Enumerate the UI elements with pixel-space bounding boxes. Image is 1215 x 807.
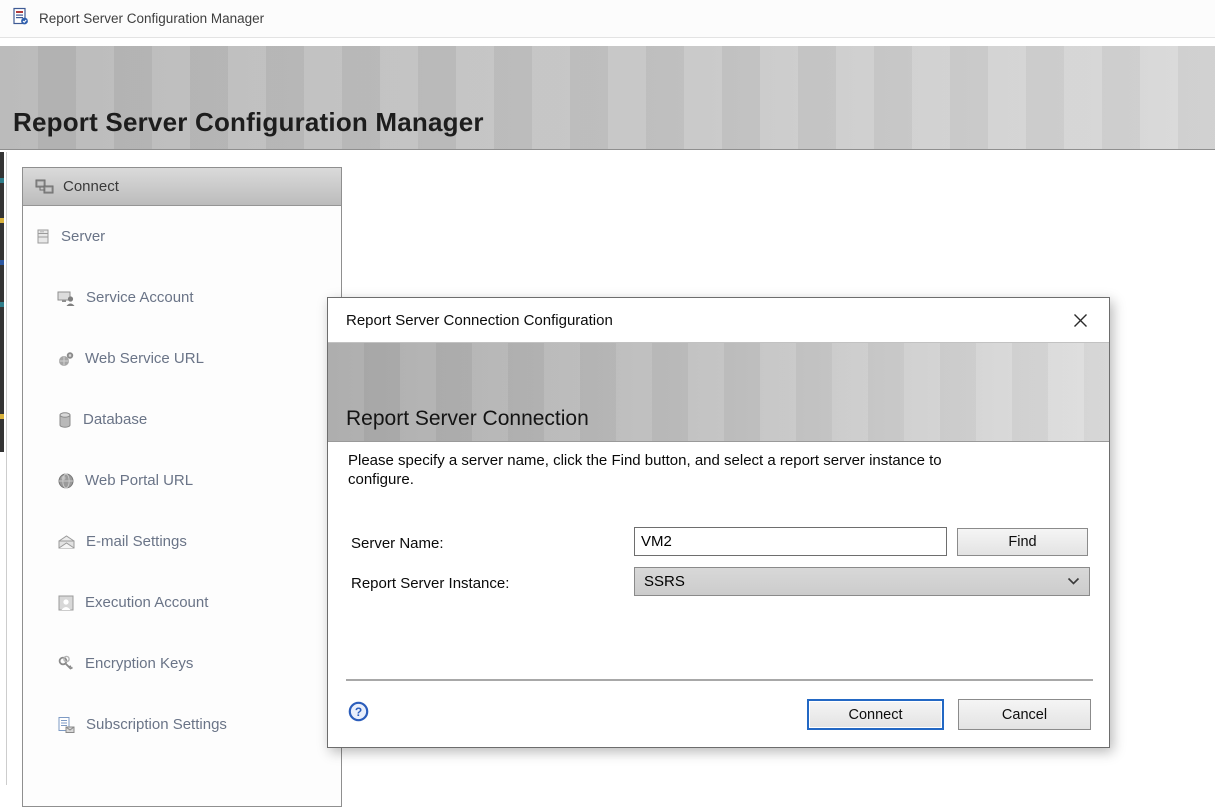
service-account-icon: [57, 289, 76, 307]
cancel-button[interactable]: Cancel: [958, 699, 1091, 730]
dialog-separator: [346, 679, 1093, 681]
sidebar-item-server[interactable]: Server: [23, 206, 341, 267]
report-server-instance-select[interactable]: SSRS: [634, 567, 1090, 596]
sidebar-item-label: Execution Account: [85, 594, 208, 611]
sidebar-item-subscription-settings[interactable]: Subscription Settings: [23, 694, 341, 755]
server-name-input[interactable]: [634, 527, 947, 556]
dialog-title: Report Server Connection Configuration: [346, 312, 613, 329]
close-icon[interactable]: [1065, 305, 1095, 335]
sidebar-item-database[interactable]: Database: [23, 389, 341, 450]
execution-account-icon: [57, 594, 75, 612]
dialog-heading: Report Server Connection: [346, 407, 589, 431]
connect-icon: [35, 178, 54, 196]
chevron-down-icon: [1067, 577, 1080, 586]
sidebar-item-service-account[interactable]: Service Account: [23, 267, 341, 328]
sidebar-item-label: Subscription Settings: [86, 716, 227, 733]
sidebar-item-connect[interactable]: Connect: [23, 168, 341, 206]
web-service-url-icon: [57, 350, 75, 368]
svg-text:?: ?: [355, 705, 362, 719]
sidebar-item-label: Encryption Keys: [85, 655, 193, 672]
sidebar-item-email-settings[interactable]: E-mail Settings: [23, 511, 341, 572]
report-server-instance-value: SSRS: [644, 573, 685, 590]
find-button-label: Find: [1008, 534, 1036, 550]
header-banner: Report Server Configuration Manager: [0, 46, 1215, 150]
report-server-configuration-manager-window: { "window": { "title": "Report Server Co…: [0, 0, 1215, 785]
sidebar-item-label: Server: [61, 228, 105, 245]
subscription-settings-icon: [57, 716, 76, 734]
sidebar-item-web-service-url[interactable]: Web Service URL: [23, 328, 341, 389]
email-settings-icon: [57, 533, 76, 551]
background-app-edge: [0, 152, 4, 452]
sidebar-item-label: Web Portal URL: [85, 472, 193, 489]
encryption-keys-icon: [57, 655, 75, 673]
dialog-titlebar: Report Server Connection Configuration: [328, 298, 1109, 342]
sidebar-nav: Connect Server Service Account: [22, 167, 342, 807]
help-icon[interactable]: ?: [348, 701, 369, 722]
connect-button[interactable]: Connect: [807, 699, 944, 730]
sidebar-item-label: Web Service URL: [85, 350, 204, 367]
sidebar-item-label: Service Account: [86, 289, 194, 306]
web-portal-url-icon: [57, 472, 75, 490]
window-titlebar: Report Server Configuration Manager: [0, 0, 1215, 38]
cancel-button-label: Cancel: [1002, 707, 1047, 723]
dialog-instruction: Please specify a server name, click the …: [348, 451, 958, 489]
sidebar-item-execution-account[interactable]: Execution Account: [23, 572, 341, 633]
window-title: Report Server Configuration Manager: [39, 11, 264, 26]
server-icon: [35, 228, 51, 246]
report-server-connection-dialog: Report Server Connection Configuration R…: [327, 297, 1110, 748]
sidebar-item-encryption-keys[interactable]: Encryption Keys: [23, 633, 341, 694]
sidebar-item-label: Database: [83, 411, 147, 428]
database-icon: [57, 411, 73, 429]
report-server-instance-label: Report Server Instance:: [351, 575, 509, 592]
server-name-label: Server Name:: [351, 535, 444, 552]
dialog-banner: Report Server Connection: [328, 342, 1109, 442]
find-button[interactable]: Find: [957, 528, 1088, 556]
sidebar-item-label: E-mail Settings: [86, 533, 187, 550]
connect-button-label: Connect: [848, 707, 902, 723]
app-icon: [11, 7, 30, 31]
window-left-border: [6, 152, 7, 785]
sidebar-item-web-portal-url[interactable]: Web Portal URL: [23, 450, 341, 511]
sidebar-item-label: Connect: [63, 178, 119, 195]
page-title: Report Server Configuration Manager: [13, 107, 484, 138]
